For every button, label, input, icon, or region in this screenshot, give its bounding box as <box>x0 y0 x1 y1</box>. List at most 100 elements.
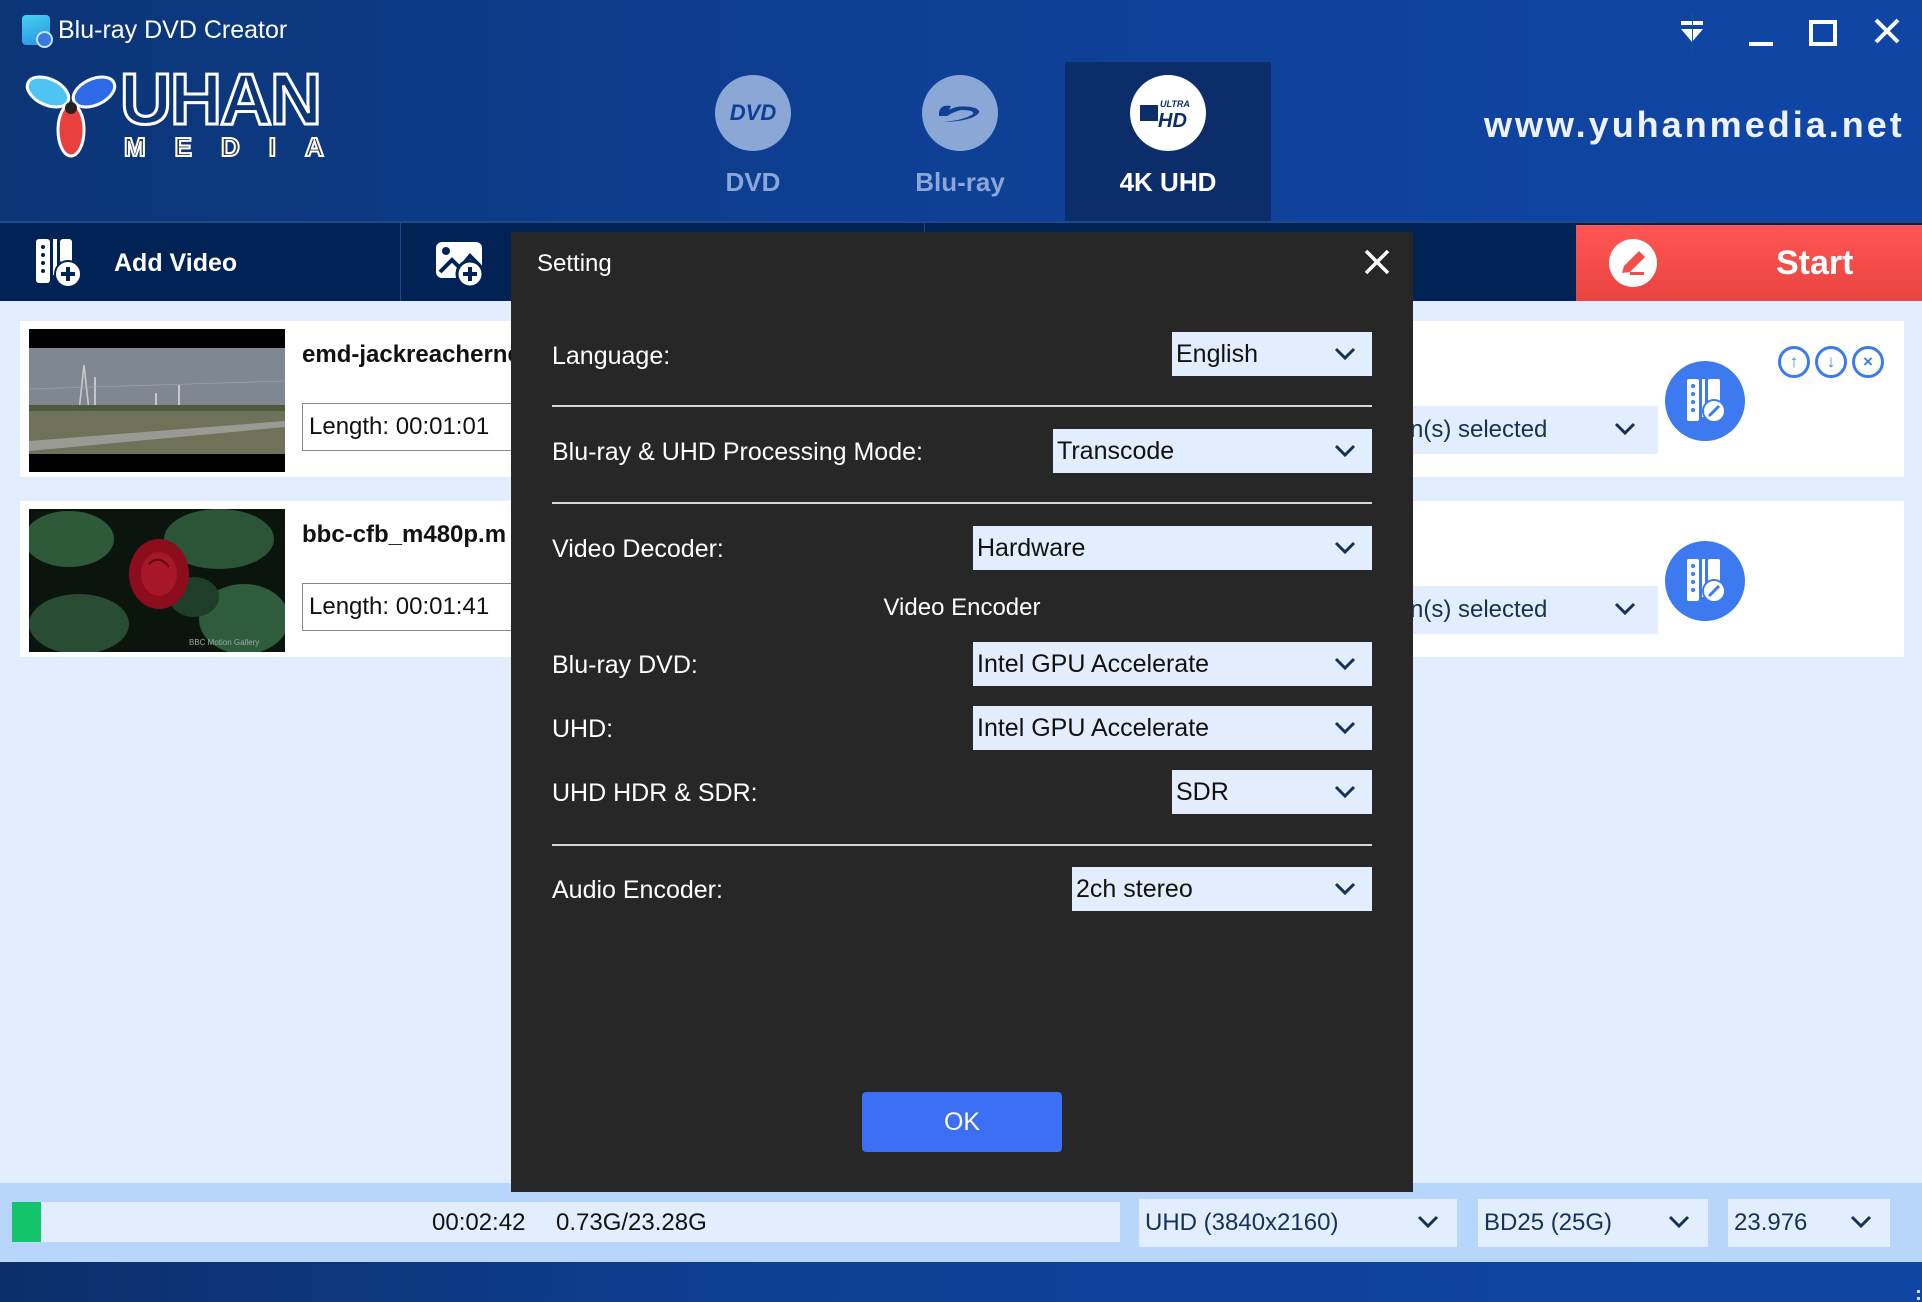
chevron-down-icon <box>1612 416 1638 449</box>
disc-type-select[interactable]: BD25 (25G) <box>1478 1199 1708 1247</box>
tab-4k-uhd-label: 4K UHD <box>1119 167 1217 197</box>
subtitle-select-value: n(s) selected <box>1410 596 1548 623</box>
ultra-hd-logo-icon: ULTRA HD <box>1130 75 1206 151</box>
frame-rate-value: 23.976 <box>1734 1209 1808 1236</box>
video-decoder-value: Hardware <box>977 533 1086 562</box>
resolution-select[interactable]: UHD (3840x2160) <box>1139 1199 1457 1247</box>
logo-subtitle: MEDIA <box>123 131 353 163</box>
svg-text:ULTRA: ULTRA <box>1160 99 1190 109</box>
edit-video-button[interactable] <box>1665 541 1745 621</box>
resize-grip-icon[interactable] <box>1909 1290 1920 1300</box>
tab-dvd[interactable]: DVD DVD <box>650 62 856 221</box>
arrow-down-icon: ↓ <box>1826 352 1836 371</box>
chevron-down-icon <box>1332 341 1358 374</box>
uhd-encoder-value: Intel GPU Accelerate <box>977 713 1210 742</box>
dvd-logo-icon: DVD <box>715 75 791 151</box>
edit-video-icon <box>1687 379 1726 423</box>
titlebar-divider <box>1692 12 1693 50</box>
add-video-label: Add Video <box>114 248 238 277</box>
remove-video-button[interactable]: × <box>1852 346 1884 378</box>
maximize-icon[interactable] <box>1808 18 1838 48</box>
disc-type-value: BD25 (25G) <box>1484 1209 1613 1236</box>
video-encoder-heading: Video Encoder <box>883 594 1041 621</box>
logo-y-mark <box>24 72 118 158</box>
video-filename: emd-jackreacherne <box>302 341 521 368</box>
dialog-title: Setting <box>537 250 612 277</box>
start-button[interactable]: Start <box>1576 225 1922 301</box>
tab-4k-uhd[interactable]: ULTRA HD 4K UHD <box>1065 62 1271 221</box>
window-title: Blu-ray DVD Creator <box>58 16 288 44</box>
add-video-button[interactable]: Add Video <box>0 223 401 303</box>
edit-video-button[interactable] <box>1665 361 1745 441</box>
chevron-down-icon <box>1332 876 1358 909</box>
subtitle-select-value: n(s) selected <box>1410 416 1548 443</box>
progress-fill <box>12 1202 41 1242</box>
start-label: Start <box>1776 243 1854 282</box>
video-info-box: Length: 00:01:41 R <box>302 583 542 631</box>
separator <box>552 405 1372 407</box>
add-image-button[interactable] <box>401 223 521 303</box>
bluray-dvd-encoder-select[interactable]: Intel GPU Accelerate <box>973 642 1372 686</box>
window-footer <box>0 1262 1922 1302</box>
language-select[interactable]: English <box>1172 332 1372 376</box>
chevron-down-icon <box>1666 1209 1692 1242</box>
svg-text:HD: HD <box>1158 110 1187 131</box>
video-decoder-label: Video Decoder: <box>552 535 724 563</box>
add-video-icon <box>34 237 82 289</box>
tab-bluray-label: Blu-ray <box>915 167 1005 197</box>
chevron-down-icon <box>1848 1209 1874 1242</box>
processing-mode-label: Blu-ray & UHD Processing Mode: <box>552 438 923 466</box>
bluray-logo-icon <box>922 75 998 151</box>
arrow-up-icon: ↑ <box>1789 352 1799 371</box>
audio-encoder-label: Audio Encoder: <box>552 876 723 904</box>
logo-wordmark: UHAN <box>119 60 324 140</box>
chevron-down-icon <box>1332 779 1358 812</box>
subtitle-select[interactable]: n(s) selected <box>1410 586 1658 634</box>
resolution-value: UHD (3840x2160) <box>1145 1209 1339 1236</box>
separator <box>552 502 1372 504</box>
burn-edit-icon <box>1608 238 1658 288</box>
processing-mode-select[interactable]: Transcode <box>1053 429 1372 473</box>
chevron-down-icon <box>1332 535 1358 568</box>
chevron-down-icon <box>1332 715 1358 748</box>
close-icon <box>1364 249 1390 275</box>
status-bar: 00:02:42 0.73G/23.28G UHD (3840x2160) BD… <box>0 1183 1922 1262</box>
burn-progress-bar: 00:02:42 0.73G/23.28G <box>12 1202 1120 1242</box>
total-duration: 00:02:42 <box>432 1209 526 1236</box>
audio-encoder-value: 2ch stereo <box>1076 874 1193 903</box>
add-image-icon <box>434 238 486 289</box>
settings-dialog: Setting Language: English Blu-ray & UHD … <box>511 232 1413 1192</box>
chevron-down-icon <box>1612 596 1638 629</box>
tab-bluray[interactable]: Blu-ray <box>857 62 1063 221</box>
bluray-dvd-encoder-value: Intel GPU Accelerate <box>977 649 1210 678</box>
app-icon <box>22 15 53 48</box>
uhd-encoder-label: UHD: <box>552 715 614 743</box>
video-thumbnail: BBC Motion Gallery <box>29 509 285 652</box>
frame-rate-select[interactable]: 23.976 <box>1728 1199 1890 1247</box>
disc-usage: 0.73G/23.28G <box>556 1209 707 1236</box>
hdr-sdr-value: SDR <box>1176 777 1229 806</box>
minimize-icon[interactable] <box>1746 20 1776 50</box>
video-length: Length: 00:01:01 <box>309 413 490 440</box>
move-up-button[interactable]: ↑ <box>1778 346 1810 378</box>
hdr-sdr-select[interactable]: SDR <box>1172 770 1372 814</box>
ok-button[interactable]: OK <box>862 1092 1062 1152</box>
video-decoder-select[interactable]: Hardware <box>973 526 1372 570</box>
video-info-box: Length: 00:01:01 R <box>302 403 542 451</box>
close-circle-icon: × <box>1863 352 1873 371</box>
close-window-icon[interactable] <box>1872 16 1902 46</box>
chevron-down-icon <box>1332 438 1358 471</box>
hdr-sdr-label: UHD HDR & SDR: <box>552 779 758 807</box>
video-thumbnail <box>29 329 285 472</box>
website-url: www.yuhanmedia.net <box>1484 104 1905 145</box>
subtitle-select[interactable]: n(s) selected <box>1410 406 1658 454</box>
dialog-close-button[interactable] <box>1363 246 1391 285</box>
uhd-encoder-select[interactable]: Intel GPU Accelerate <box>973 706 1372 750</box>
move-down-button[interactable]: ↓ <box>1815 346 1847 378</box>
app-header: Blu-ray DVD Creator UHAN MEDIA DVD DVD B… <box>0 0 1922 221</box>
language-label: Language: <box>552 342 671 370</box>
audio-encoder-select[interactable]: 2ch stereo <box>1072 867 1372 911</box>
edit-video-icon <box>1687 559 1726 603</box>
video-length: Length: 00:01:41 <box>309 593 490 620</box>
processing-mode-value: Transcode <box>1057 436 1175 465</box>
